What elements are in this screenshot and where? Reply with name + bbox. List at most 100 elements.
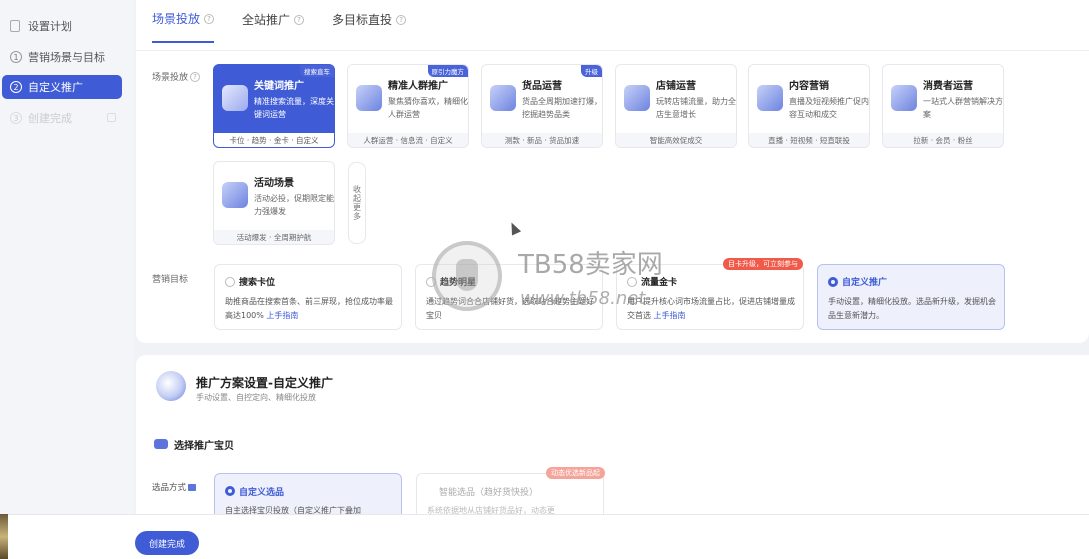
scene-desc: 货品全周期加速打爆，挖掘趋势品类 bbox=[522, 97, 602, 119]
tab-label: 场景投放 bbox=[152, 12, 201, 26]
scene-title: 货品运营 bbox=[522, 81, 562, 92]
step-number: 2 bbox=[10, 81, 22, 93]
label-text: 选品方式 bbox=[152, 483, 187, 493]
plan-subtitle: 手动设置、自控定向、精细化投放 bbox=[196, 393, 316, 402]
scene-title: 店铺运营 bbox=[656, 81, 696, 92]
sidebar-item-custom-promotion[interactable]: 2 自定义推广 bbox=[2, 75, 122, 99]
scene-title: 内容营销 bbox=[789, 81, 829, 92]
goal-option-search-rank[interactable]: 搜索卡位 助推商品在搜索首条、前三屏现，抢位成功率最高达100% 上手指南 bbox=[214, 264, 402, 330]
selection-method-label: 选品方式 bbox=[152, 481, 197, 493]
guide-link[interactable]: 上手指南 bbox=[654, 311, 686, 320]
help-icon[interactable]: ? bbox=[396, 14, 407, 25]
divider bbox=[136, 50, 1089, 51]
sidebar: 设置计划 1 营销场景与目标 2 自定义推广 3 创建完成 bbox=[0, 0, 134, 559]
item-select-icon bbox=[154, 439, 168, 449]
scene-badge: 搜索直车 bbox=[300, 65, 334, 77]
option-title: 自定义选品 bbox=[239, 488, 285, 498]
label-text: 场景投放 bbox=[152, 73, 189, 83]
scene-card-keyword[interactable]: 搜索直车 关键词推广 精准搜索流量，深度关键词运营 卡位 · 趋势 · 金卡 ·… bbox=[213, 64, 335, 148]
plan-icon bbox=[156, 371, 186, 401]
tab-scene-delivery[interactable]: 场景投放 ? bbox=[152, 10, 215, 43]
consumer-icon bbox=[891, 85, 917, 111]
goal-row-label: 营销目标 bbox=[152, 272, 188, 285]
scene-card-activity[interactable]: 活动场景 活动必投，促期限定能力强爆发 活动爆发 · 全周期护航 bbox=[213, 161, 335, 245]
goal-desc-text: 助推商品在搜索首条、前三屏现，抢位成功率最高达100% bbox=[225, 297, 393, 320]
scene-desc: 玩转店铺流量，助力全店生意增长 bbox=[656, 97, 736, 119]
scene-foot: 直播 · 短视频 · 短直联投 bbox=[749, 133, 869, 147]
plan-title: 推广方案设置-自定义推广 bbox=[196, 376, 333, 390]
content-icon bbox=[757, 85, 783, 111]
tab-full-site[interactable]: 全站推广 ? bbox=[242, 10, 305, 43]
create-complete-button[interactable]: 创建完成 bbox=[135, 531, 199, 555]
goal-option-custom[interactable]: 自定义推广 手动设置，精细化投放。选品新升级，发掘机会品生意新潜力。 bbox=[817, 264, 1005, 330]
sidebar-item-label: 设置计划 bbox=[28, 20, 72, 33]
graduation-cap-icon[interactable] bbox=[188, 483, 197, 491]
scene-foot: 测款 · 新品 · 货品加速 bbox=[482, 133, 602, 147]
goal-desc: 用户提升核心词市场流量占比，促进店铺增量成交首选 上手指南 bbox=[627, 295, 799, 323]
tab-bar: 场景投放 ? 全站推广 ? 多目标直投 ? bbox=[152, 10, 407, 43]
scene-card-content[interactable]: 内容营销 直播及短视频推广促内容互动和成交 直播 · 短视频 · 短直联投 bbox=[748, 64, 870, 148]
step-number: 1 bbox=[10, 51, 22, 63]
hand-icon bbox=[456, 259, 478, 291]
crowd-icon bbox=[356, 85, 382, 111]
guide-link[interactable]: 上手指南 bbox=[266, 311, 298, 320]
scene-foot: 智能高效促成交 bbox=[616, 133, 736, 147]
sidebar-item-marketing-scene[interactable]: 1 营销场景与目标 bbox=[2, 45, 122, 69]
scene-badge: 原引力魔方 bbox=[427, 65, 468, 77]
scene-title: 消费者运营 bbox=[923, 81, 973, 92]
lock-icon bbox=[107, 113, 116, 122]
scene-desc: 活动必投，促期限定能力强爆发 bbox=[254, 194, 334, 216]
activity-icon bbox=[222, 182, 248, 208]
scene-badge: 升级 bbox=[581, 65, 602, 77]
scene-card-store[interactable]: 店铺运营 玩转店铺流量，助力全店生意增长 智能高效促成交 bbox=[615, 64, 737, 148]
goal-desc: 手动设置，精细化投放。选品新升级，发掘机会品生意新潜力。 bbox=[828, 297, 996, 320]
radio-button[interactable] bbox=[225, 277, 235, 287]
sidebar-item-label: 自定义推广 bbox=[28, 81, 83, 94]
watermark-brand: TB58卖家网 bbox=[518, 250, 663, 280]
scene-desc: 聚焦猜你喜欢，精细化人群运营 bbox=[388, 97, 468, 119]
watermark-logo-icon bbox=[432, 241, 502, 311]
document-icon bbox=[10, 20, 20, 32]
scene-foot: 活动爆发 · 全周期护航 bbox=[214, 230, 334, 244]
scene-foot: 人群运营 · 信息流 · 自定义 bbox=[348, 133, 468, 147]
radio-button[interactable] bbox=[828, 277, 838, 287]
dynamic-badge: 动态优选新品起 bbox=[546, 467, 605, 479]
scene-desc: 精准搜索流量，深度关键词运营 bbox=[254, 97, 334, 119]
tab-label: 全站推广 bbox=[242, 13, 291, 27]
sidebar-item-label: 营销场景与目标 bbox=[28, 51, 105, 64]
goods-icon bbox=[490, 85, 516, 111]
option-title: 智能选品（趋好货快投） bbox=[439, 488, 539, 498]
scene-card-consumer[interactable]: 消费者运营 一站式人群营销解决方案 拉新 · 会员 · 粉丝 bbox=[882, 64, 1004, 148]
keyword-icon bbox=[222, 85, 248, 111]
scene-desc: 一站式人群营销解决方案 bbox=[923, 97, 1003, 119]
scene-card-crowd[interactable]: 原引力魔方 精准人群推广 聚焦猜你喜欢，精细化人群运营 人群运营 · 信息流 ·… bbox=[347, 64, 469, 148]
scene-title: 关键词推广 bbox=[254, 81, 304, 92]
sidebar-item-plan-settings[interactable]: 设置计划 bbox=[2, 14, 122, 38]
scene-row-label: 场景投放 ? bbox=[152, 70, 201, 83]
scene-card-goods[interactable]: 升级 货品运营 货品全周期加速打爆，挖掘趋势品类 测款 · 新品 · 货品加速 bbox=[481, 64, 603, 148]
sidebar-item-create-done[interactable]: 3 创建完成 bbox=[2, 106, 122, 130]
watermark-url: www.tb58.net bbox=[520, 288, 646, 309]
help-icon[interactable]: ? bbox=[190, 71, 201, 82]
label-text: 营销目标 bbox=[152, 275, 189, 285]
sidebar-item-label: 创建完成 bbox=[28, 112, 72, 125]
step-number: 3 bbox=[10, 112, 22, 124]
scene-title: 活动场景 bbox=[254, 178, 294, 189]
scene-foot: 拉新 · 会员 · 粉丝 bbox=[883, 133, 1003, 147]
radio-button[interactable] bbox=[225, 486, 235, 496]
help-icon[interactable]: ? bbox=[294, 14, 305, 25]
goal-desc-text: 用户提升核心词市场流量占比，促进店铺增量成交首选 bbox=[627, 297, 795, 320]
collapse-label: 收起更多 bbox=[352, 185, 362, 221]
store-icon bbox=[624, 85, 650, 111]
scene-title: 精准人群推广 bbox=[388, 81, 448, 92]
scene-foot: 卡位 · 趋势 · 金卡 · 自定义 bbox=[214, 133, 334, 147]
promo-badge: 目卡升级，可立刻参与 bbox=[723, 258, 803, 270]
tab-multi-target[interactable]: 多目标直投 ? bbox=[332, 10, 407, 43]
help-icon[interactable]: ? bbox=[204, 13, 215, 24]
thumbnail-image bbox=[0, 514, 8, 559]
tab-label: 多目标直投 bbox=[332, 13, 393, 27]
section-title: 选择推广宝贝 bbox=[174, 441, 234, 452]
collapse-more-button[interactable]: 收起更多 bbox=[348, 162, 366, 244]
goal-desc: 助推商品在搜索首条、前三屏现，抢位成功率最高达100% 上手指南 bbox=[225, 295, 397, 323]
scene-desc: 直播及短视频推广促内容互动和成交 bbox=[789, 97, 869, 119]
